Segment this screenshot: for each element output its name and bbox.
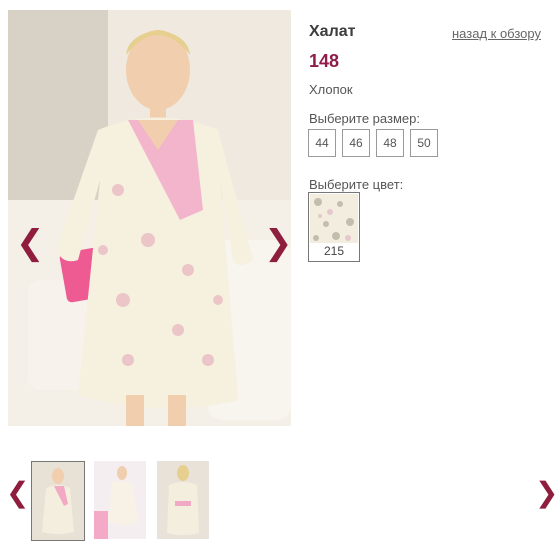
thumbs-next-chevron-right-icon[interactable]: ❯ bbox=[535, 476, 555, 509]
size-label: Выберите размер: bbox=[309, 111, 420, 126]
prev-photo-chevron-left-icon[interactable]: ❮ bbox=[16, 226, 45, 260]
size-options: 44 46 48 50 bbox=[308, 129, 438, 157]
product-title: Халат bbox=[309, 23, 356, 40]
size-option-50[interactable]: 50 bbox=[410, 129, 438, 157]
thumbnail-1[interactable] bbox=[31, 461, 85, 541]
thumbnail-3[interactable] bbox=[157, 461, 209, 539]
floral-swatch-image bbox=[310, 194, 358, 243]
size-option-46[interactable]: 46 bbox=[342, 129, 370, 157]
product-material: Хлопок bbox=[309, 82, 353, 97]
main-product-photo[interactable] bbox=[8, 10, 291, 426]
size-option-44[interactable]: 44 bbox=[308, 129, 336, 157]
next-photo-chevron-right-icon[interactable]: ❯ bbox=[264, 226, 293, 260]
color-code: 215 bbox=[323, 244, 345, 258]
model-photo bbox=[8, 10, 291, 426]
color-swatch-215[interactable]: 215 bbox=[308, 192, 360, 262]
size-option-48[interactable]: 48 bbox=[376, 129, 404, 157]
thumbs-prev-chevron-left-icon[interactable]: ❮ bbox=[6, 476, 29, 509]
color-label: Выберите цвет: bbox=[309, 177, 404, 192]
back-to-overview-link[interactable]: назад к обзору bbox=[452, 26, 541, 41]
thumbnail-2[interactable] bbox=[94, 461, 146, 539]
product-price: 148 bbox=[309, 51, 340, 71]
